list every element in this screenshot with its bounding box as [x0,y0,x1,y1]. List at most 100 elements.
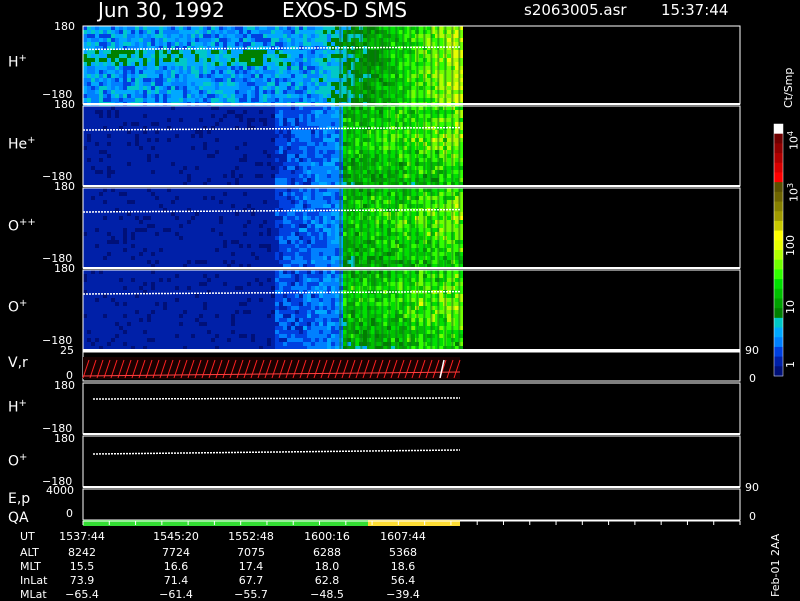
spectrogram-cell [151,244,155,248]
spectrogram-cell [299,224,303,228]
spectrogram-cell [271,232,275,236]
spectrogram-cell [83,170,87,174]
spectrogram-cell [247,240,251,244]
spectrogram-cell [83,236,87,240]
spectrogram-cell [235,26,239,30]
spectrogram-cell [243,118,247,122]
spectrogram-cell [195,228,199,232]
spectrogram-cell [207,170,211,174]
spectrogram-cell [315,122,319,126]
spectrogram-cell [211,166,215,170]
spectrogram-cell [171,224,175,228]
spectrogram-cell [203,94,207,98]
spectrogram-cell [299,240,303,244]
spectrogram-cell [115,170,119,174]
spectrogram-cell [83,216,87,220]
spectrogram-cell [135,188,139,192]
spectrogram-cell [315,158,319,162]
spectrogram-cell [167,188,171,192]
spectrogram-cell [223,66,227,70]
spectrogram-cell [127,50,131,54]
spectrogram-cell [159,130,163,134]
spectrogram-cell [91,196,95,200]
spectrogram-cell [275,34,279,38]
spectrogram-cell [255,196,259,200]
spectrogram-cell [231,200,235,204]
spectrogram-cell [179,118,183,122]
spectrogram-cell [251,34,255,38]
spectrogram-cell [215,138,219,142]
spectrogram-cell [127,54,131,58]
spectrogram-cell [259,220,263,224]
spectrogram-cell [195,146,199,150]
spectrogram-cell [295,122,299,126]
spectrogram-cell [131,196,135,200]
spectrogram-cell [355,42,359,46]
spectrogram-cell [287,122,291,126]
spectrogram-cell [259,240,263,244]
spectrogram-cell [183,98,187,102]
spectrogram-cell [119,50,123,54]
spectrogram-cell [87,256,91,260]
spectrogram-cell [83,50,87,54]
spectrogram-cell [111,236,115,240]
spectrogram-cell [219,50,223,54]
spectrogram-stripe [437,106,439,186]
spectrogram-cell [439,114,443,118]
spectrogram-cell [199,82,203,86]
spectrogram-cell [287,26,291,30]
spectrogram-cell [275,158,279,162]
spectrogram-cell [123,256,127,260]
spectrogram-cell [223,118,227,122]
spectrogram-cell [263,86,267,90]
spectrogram-cell [239,138,243,142]
spectrogram-cell [127,106,131,110]
spectrogram-cell [439,138,443,142]
spectrogram-cell [171,94,175,98]
spectrogram-cell [227,200,231,204]
spectrogram-cell [111,58,115,62]
spectrogram-cell [203,74,207,78]
spectrogram-cell [163,240,167,244]
spectrogram-cell [99,42,103,46]
spectrogram-cell [99,224,103,228]
spectrogram-cell [247,146,251,150]
spectrogram-cell [315,138,319,142]
spectrogram-cell [411,26,415,30]
spectrogram-cell [291,66,295,70]
spectrogram-cell [163,118,167,122]
spectrogram-cell [119,236,123,240]
spectrogram-cell [391,134,395,138]
spectrogram-cell [155,94,159,98]
spectrogram-cell [307,30,311,34]
spectrogram-cell [411,178,415,182]
spectrogram-cell [247,70,251,74]
spectrogram-cell [159,212,163,216]
spectrogram-cell [131,228,135,232]
spectrogram-cell [95,74,99,78]
spectrogram-cell [251,204,255,208]
spectrogram-stripe [353,106,355,186]
spectrogram-cell [263,228,267,232]
spectrogram-cell [267,42,271,46]
spectrogram-cell [179,158,183,162]
spectrogram-cell [95,162,99,166]
spectrogram-cell [319,106,323,110]
spectrogram-cell [235,166,239,170]
spectrogram-cell [187,50,191,54]
spectrogram-cell [103,26,107,30]
spectrogram-cell [135,130,139,134]
spectrogram-cell [263,146,267,150]
spectrogram-cell [327,106,331,110]
spectrogram-cell [255,98,259,102]
spectrogram-cell [275,74,279,78]
spectrogram-cell [411,106,415,110]
spectrogram-cell [211,200,215,204]
spectrogram-cell [295,150,299,154]
spectrogram-cell [87,26,91,30]
spectrogram-cell [143,224,147,228]
spectrogram-cell [211,174,215,178]
spectrogram-cell [227,204,231,208]
spectrogram-cell [135,212,139,216]
spectrogram-cell [203,110,207,114]
